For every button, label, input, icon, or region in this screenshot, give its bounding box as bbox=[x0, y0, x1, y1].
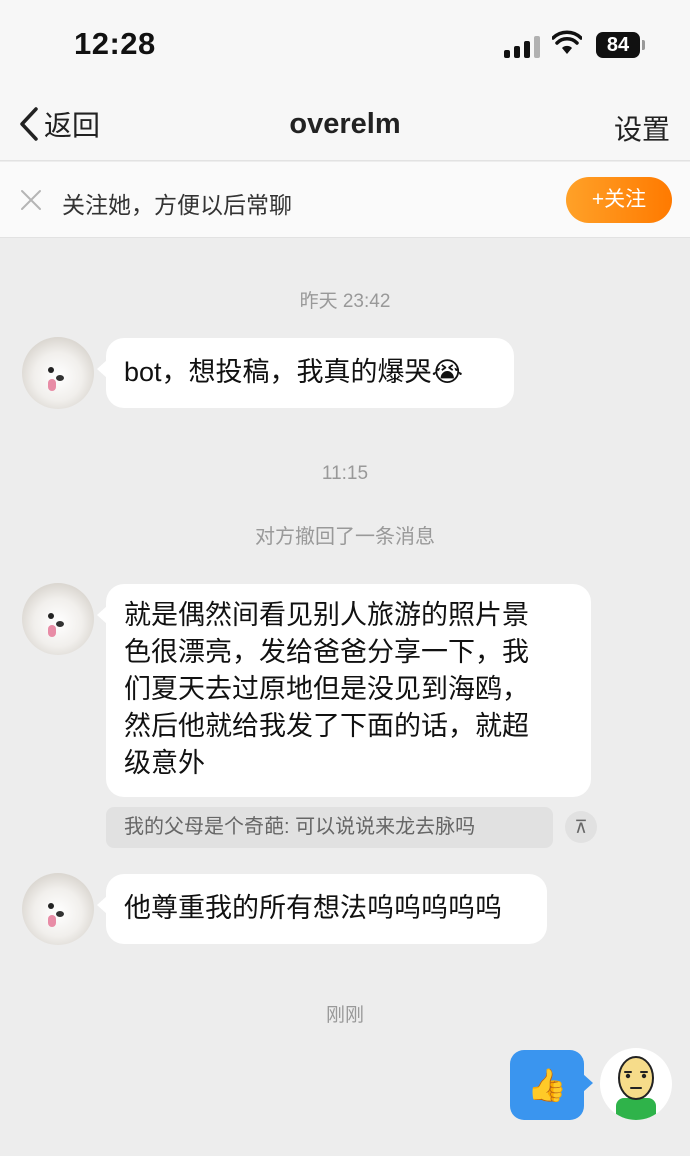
quoted-message[interactable]: 我的父母是个奇葩: 可以说说来龙去脉吗 bbox=[106, 807, 553, 848]
cartoon-avatar-icon bbox=[616, 1056, 656, 1120]
message-line: 然后他就给我发了下面的话，就超 bbox=[124, 711, 529, 741]
recalled-message-notice: 对方撤回了一条消息 bbox=[255, 526, 435, 548]
timestamp: 刚刚 bbox=[325, 1005, 364, 1026]
message-bubble[interactable]: bot，想投稿，我真的爆哭😭 bbox=[97, 338, 514, 408]
timestamp: 昨天 23:42 bbox=[299, 291, 391, 312]
wifi-icon bbox=[552, 30, 582, 54]
message-line: 色很漂亮，发给爸爸分享一下，我 bbox=[124, 637, 529, 667]
message-line: 级意外 bbox=[124, 748, 205, 778]
battery-level: 84 bbox=[596, 32, 640, 58]
my-avatar[interactable] bbox=[600, 1048, 672, 1120]
my-message-bubble[interactable]: 👍 bbox=[510, 1050, 593, 1120]
battery-cap bbox=[642, 40, 645, 50]
close-icon[interactable] bbox=[20, 189, 42, 211]
chat-title: overelm bbox=[289, 108, 401, 140]
avatar[interactable] bbox=[22, 873, 94, 945]
message-line: 们夏天去过原地但是没见到海鸥， bbox=[124, 674, 529, 704]
status-time: 12:28 bbox=[74, 26, 156, 61]
follow-prompt-text: 关注她，方便以后常聊 bbox=[62, 192, 292, 218]
timestamp: 11:15 bbox=[321, 463, 369, 484]
status-bar: 12:28 84 bbox=[0, 0, 690, 90]
avatar[interactable] bbox=[22, 583, 94, 655]
follow-button[interactable]: +关注 bbox=[566, 177, 672, 223]
message-bubble[interactable]: 他尊重我的所有想法呜呜呜呜呜 bbox=[97, 874, 547, 944]
navigation-bar: 返回 overelm 设置 bbox=[0, 90, 690, 161]
message-line: 就是偶然间看见别人旅游的照片景 bbox=[124, 600, 529, 630]
avatar[interactable] bbox=[22, 337, 94, 409]
collapse-quote-icon[interactable]: ⊼ bbox=[565, 811, 597, 843]
follow-prompt-bar: 关注她，方便以后常聊 +关注 bbox=[0, 162, 690, 238]
settings-button[interactable]: 设置 bbox=[614, 108, 670, 148]
cellular-signal-icon bbox=[504, 34, 542, 58]
message-bubble[interactable]: 就是偶然间看见别人旅游的照片景 色很漂亮，发给爸爸分享一下，我 们夏天去过原地但… bbox=[97, 584, 591, 797]
